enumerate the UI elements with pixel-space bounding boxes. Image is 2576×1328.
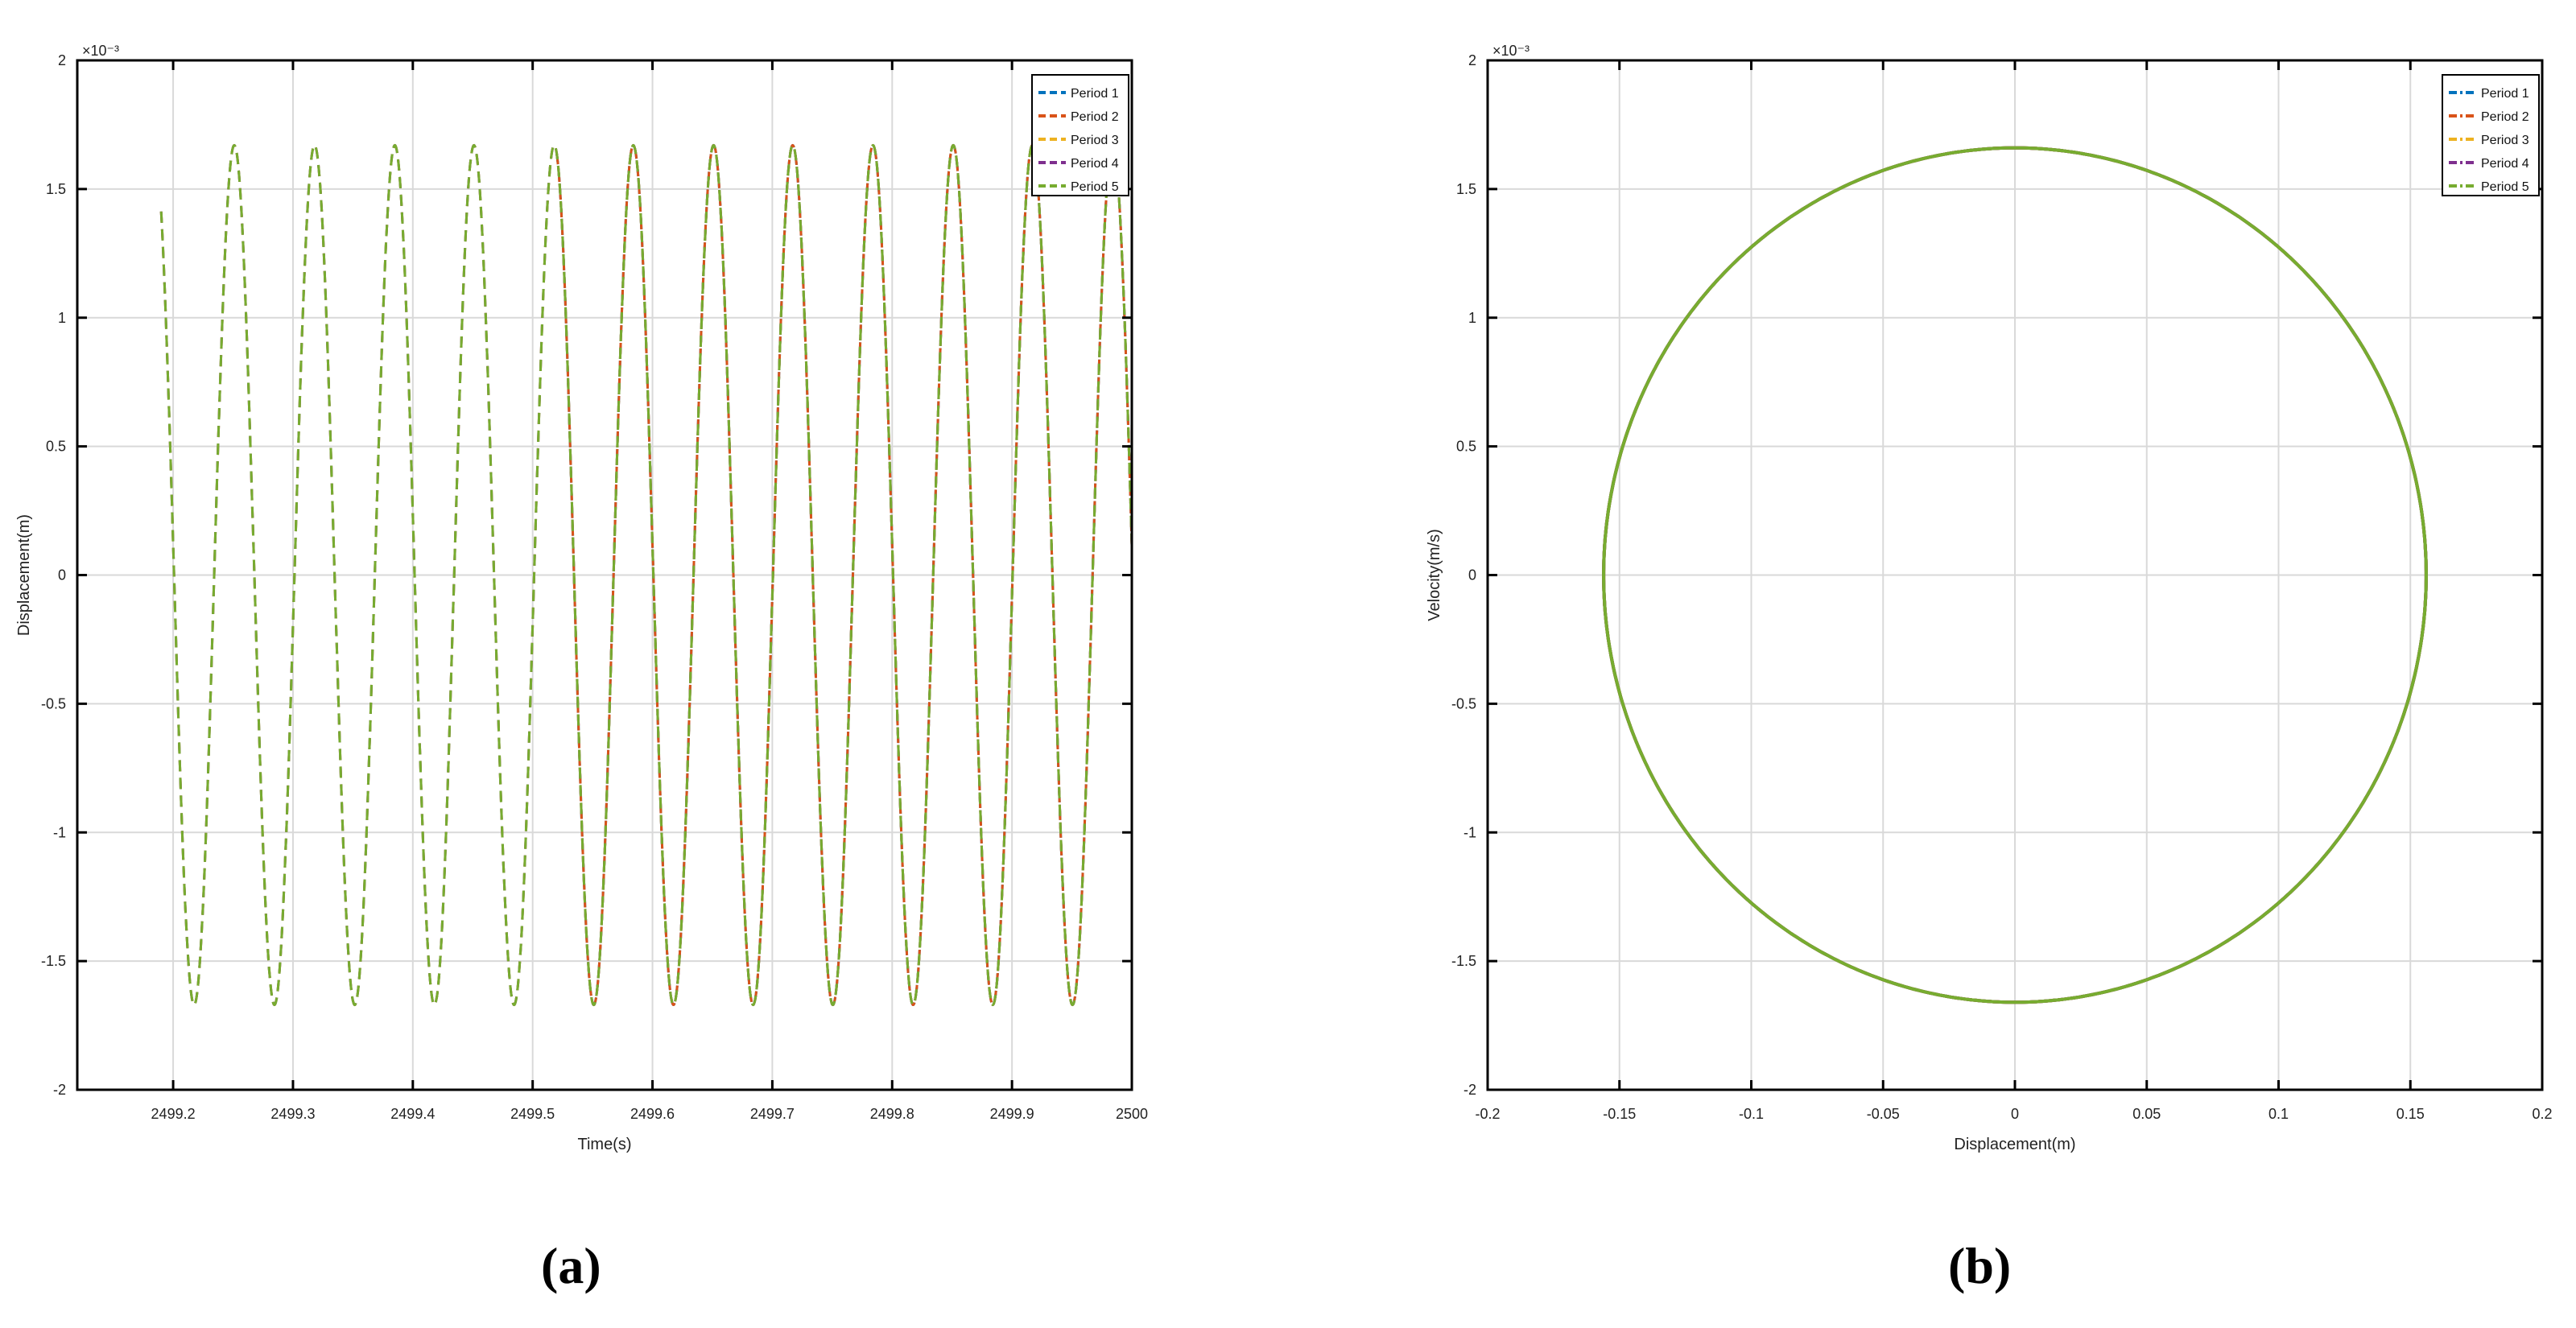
chart-a: 2499.2 2499.3 2499.4 2499.5 2499.6 2499.7 2499… bbox=[15, 43, 2553, 1153]
x-tick-label: -0.1 bbox=[1739, 1106, 1764, 1122]
y-tick-label: -1.5 bbox=[41, 953, 66, 969]
legend: Period 1 Period 2 Period 3 Period 4 Period 5 bbox=[2442, 74, 2540, 196]
panel-label-b: (b) bbox=[1948, 1237, 2012, 1294]
legend-label-1: Period 1 bbox=[1071, 87, 1119, 101]
x-axis-label: Time(s) bbox=[577, 1136, 631, 1153]
x-tick-label: 0 bbox=[2011, 1106, 2019, 1122]
chart-panel-a: 2499.2 2499.3 2499.4 2499.5 2499.6 2499.7 2499… bbox=[15, 43, 1148, 1153]
x-tick-label: -0.15 bbox=[1603, 1106, 1636, 1122]
legend-label-4: Period 4 bbox=[2481, 157, 2529, 171]
y-tick-label: 0 bbox=[1468, 567, 1476, 584]
x-tick-label: -0.05 bbox=[1867, 1106, 1900, 1122]
x-tick-label: 2499.8 bbox=[870, 1106, 914, 1122]
legend-label-2: Period 2 bbox=[2481, 110, 2529, 124]
legend-label-5: Period 5 bbox=[1071, 180, 1119, 194]
x-tick-label: 2499.3 bbox=[270, 1106, 315, 1122]
legend: Period 1 Period 2 Period 3 Period 4 Period 5 bbox=[1031, 74, 1129, 196]
x-axis-label: Displacement(m) bbox=[1954, 1136, 2075, 1153]
x-tick-label: 2499.6 bbox=[630, 1106, 675, 1122]
y-tick-label: 2 bbox=[58, 52, 66, 68]
y-tick-label: -0.5 bbox=[1451, 695, 1476, 711]
x-tick-label: 2499.4 bbox=[390, 1106, 435, 1122]
y-tick-label: -1 bbox=[53, 824, 66, 840]
y-tick-label: -1.5 bbox=[1451, 953, 1476, 969]
legend-label-3: Period 3 bbox=[1071, 134, 1119, 147]
y-tick-label: 0.5 bbox=[1456, 439, 1476, 455]
legend-label-2: Period 2 bbox=[1071, 110, 1119, 124]
x-tick-label: 2499.9 bbox=[990, 1106, 1034, 1122]
y-tick-label: -1 bbox=[1463, 824, 1476, 840]
y-exponent-label: ×10⁻³ bbox=[1492, 43, 1530, 59]
y-tick-label: 1.5 bbox=[46, 181, 66, 197]
legend-label-3: Period 3 bbox=[2481, 134, 2529, 147]
y-axis-label: Displacement(m) bbox=[15, 514, 33, 636]
x-tick-label: 0.05 bbox=[2132, 1106, 2161, 1122]
y-axis-label: Velocity(m/s) bbox=[1426, 529, 1443, 621]
x-tick-label: 2499.7 bbox=[750, 1106, 795, 1122]
y-tick-label: -0.5 bbox=[41, 695, 66, 711]
x-tick-label: 2499.2 bbox=[151, 1106, 196, 1122]
x-tick-label: 0.1 bbox=[2268, 1106, 2289, 1122]
x-tick-label: 2499.5 bbox=[510, 1106, 555, 1122]
x-tick-label: -0.2 bbox=[1475, 1106, 1500, 1122]
legend-label-4: Period 4 bbox=[1071, 157, 1119, 171]
x-tick-label: 0.2 bbox=[2532, 1106, 2552, 1122]
y-tick-label: 0 bbox=[58, 567, 66, 584]
legend-label-5: Period 5 bbox=[2481, 180, 2529, 194]
x-tick-label: 2500 bbox=[1116, 1106, 1148, 1122]
y-tick-label: 2 bbox=[1468, 52, 1476, 68]
y-tick-label: 0.5 bbox=[46, 439, 66, 455]
y-tick-label: -2 bbox=[53, 1082, 66, 1098]
y-tick-label: -2 bbox=[1463, 1082, 1476, 1098]
y-tick-label: 1 bbox=[58, 310, 66, 326]
figure: 2499.2 2499.3 2499.4 2499.5 2499.6 2499.7 2499… bbox=[0, 0, 2576, 1328]
chart-panel-b: -0.2 -0.15 -0.1 -0.05 0 0.05 0.1 0.15 0.2 -2 -1.5 -… bbox=[1426, 43, 2553, 1153]
legend-label-1: Period 1 bbox=[2481, 87, 2529, 101]
y-tick-label: 1.5 bbox=[1456, 181, 1476, 197]
y-exponent-label: ×10⁻³ bbox=[82, 43, 119, 59]
y-tick-label: 1 bbox=[1468, 310, 1476, 326]
x-tick-label: 0.15 bbox=[2396, 1106, 2425, 1122]
panel-label-a: (a) bbox=[541, 1237, 601, 1294]
